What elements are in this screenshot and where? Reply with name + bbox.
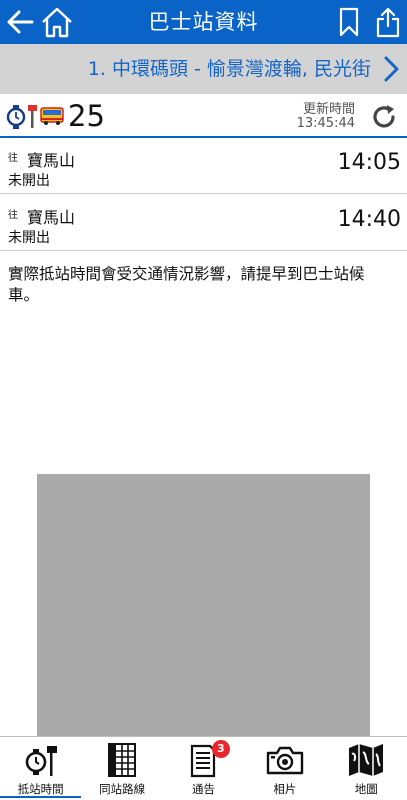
tab-map[interactable]: 地圖 [326, 737, 407, 800]
eta-status: 未開出 [8, 173, 50, 189]
back-button[interactable] [4, 0, 36, 44]
share-icon [376, 7, 400, 38]
eta-time: 14:40 [337, 207, 401, 232]
bus-stop-clock-icon [25, 746, 57, 776]
tab-label: 地圖 [354, 782, 378, 796]
arrival-notice: 實際抵站時間會受交通情況影響，請提早到巴士站候車。 [8, 265, 365, 304]
tab-label: 同站路線 [99, 782, 146, 796]
notice-count-badge: 3 [211, 740, 230, 758]
eta-row: 往 寶馬山 未開出 14:05 [0, 138, 407, 194]
tab-same-stop-routes[interactable]: 同站路線 [81, 737, 162, 800]
chevron-right-icon[interactable] [379, 56, 403, 82]
route-number: 25 [68, 99, 105, 133]
home-icon [42, 7, 72, 38]
home-button[interactable] [38, 0, 76, 44]
bookmark-button[interactable] [334, 0, 364, 44]
tab-label: 通告 [191, 782, 215, 796]
bus-stop-icon [6, 105, 37, 129]
camera-icon [266, 746, 304, 775]
update-time-label: 更新時間 [302, 102, 355, 117]
tab-label: 抵站時間 [17, 782, 64, 796]
tab-photos[interactable]: 相片 [244, 737, 325, 800]
map-icon [349, 744, 384, 776]
tab-label: 相片 [273, 782, 297, 796]
refresh-icon[interactable] [369, 102, 399, 132]
share-button[interactable] [372, 0, 404, 44]
bottom-tab-bar: 抵站時間 同站路線 3 通告 相片 地圖 [0, 736, 407, 800]
ad-placeholder[interactable] [37, 474, 370, 736]
route-info-row: 25 更新時間 13:45:44 [0, 94, 407, 138]
page-title: 巴士站資料 [148, 10, 259, 34]
update-time-value: 13:45:44 [296, 116, 355, 131]
stop-name-bar[interactable]: 1. 中環碼頭 - 愉景灣渡輪, 民光街 [0, 44, 407, 94]
direction-label: 往 [8, 210, 18, 221]
tab-arrival-time[interactable]: 抵站時間 [0, 737, 82, 800]
eta-time: 14:05 [337, 150, 401, 175]
arrow-left-icon [7, 10, 34, 34]
direction-label: 往 [8, 153, 18, 164]
destination: 寶馬山 [27, 208, 76, 227]
timetable-icon [108, 743, 137, 777]
tab-notices[interactable]: 3 通告 [163, 737, 244, 800]
eta-row: 往 寶馬山 未開出 14:40 [0, 195, 407, 251]
bus-icon [40, 107, 64, 125]
destination: 寶馬山 [27, 151, 76, 170]
top-app-bar: 巴士站資料 [0, 0, 407, 44]
stop-name: 1. 中環碼頭 - 愉景灣渡輪, 民光街 [87, 58, 371, 80]
eta-status: 未開出 [8, 230, 50, 246]
bookmark-icon [339, 7, 359, 37]
